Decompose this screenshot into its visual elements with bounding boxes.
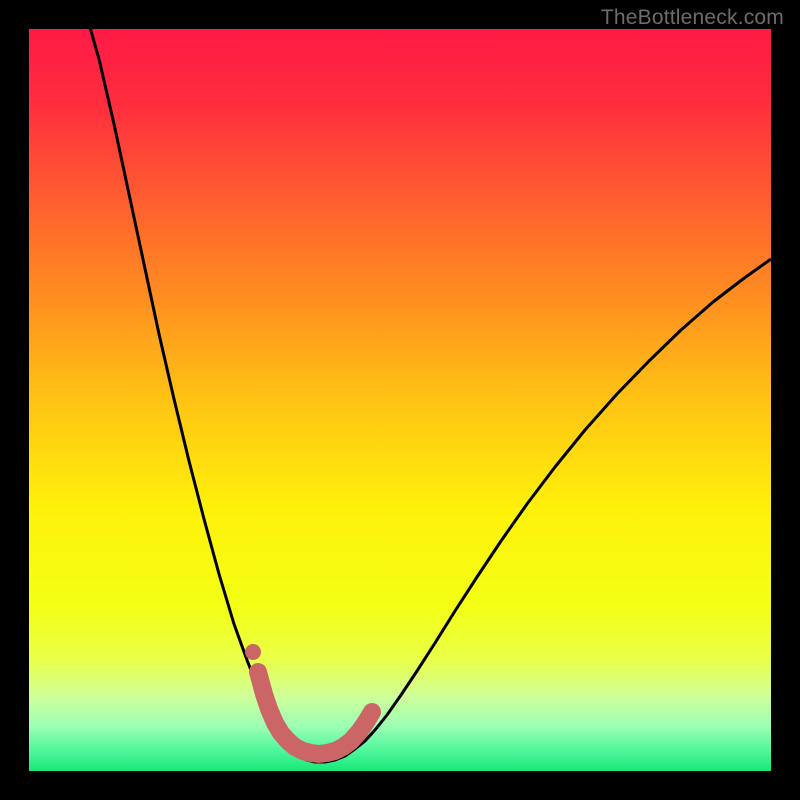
- watermark-text: TheBottleneck.com: [601, 6, 784, 30]
- highlight-dot: [245, 644, 261, 660]
- bottleneck-curve: [89, 29, 771, 762]
- chart-plot: [29, 29, 771, 771]
- highlight-overlay: [258, 672, 372, 754]
- chart-frame: [29, 29, 771, 771]
